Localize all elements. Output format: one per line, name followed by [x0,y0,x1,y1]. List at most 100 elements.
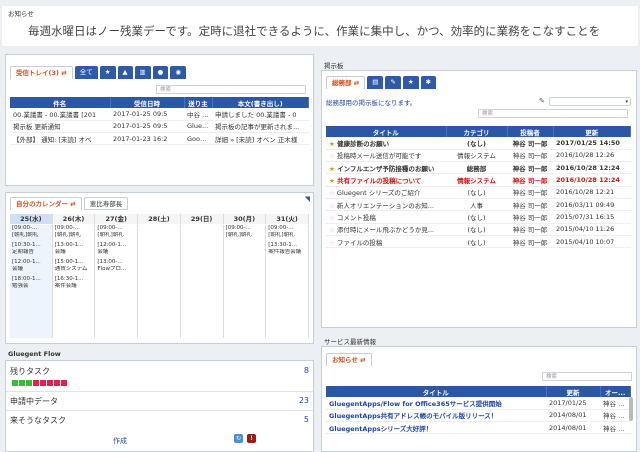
col-body[interactable]: 本文(書き出し) [212,97,309,108]
service-item-title[interactable]: GluegentAppsシリーズ大好評！ [326,421,546,435]
star-icon[interactable]: ★ [329,177,337,185]
calendar-event-title[interactable]: 案件会議 [53,283,95,290]
calendar-event-title[interactable]: [朝礼]朝礼 [266,232,308,239]
calendar-day-header[interactable]: 31(火) [266,214,309,224]
col-title[interactable]: タイトル [326,386,547,397]
table-row[interactable]: ★ インフルエンザ予防接種のお願い 総務部 神谷 司一郎 2016/10/28 12:… [326,161,631,175]
calendar-event-title[interactable]: 会議 [95,249,137,256]
star-icon[interactable]: ☆ [329,202,337,210]
table-row[interactable]: ☆ 投稿時メール送信が可能です 情報システム 神谷 司一郎 2016/10/28 12… [326,149,631,163]
calendar-event-title[interactable]: [朝礼]朝礼 [95,232,137,239]
col-updated[interactable]: 更新 [553,126,631,137]
service-search-input[interactable]: 検索 [542,372,632,381]
calendar-event-time[interactable]: [16:30-1... [53,276,95,283]
gear-icon[interactable]: ✱ [420,76,437,89]
calendar-event-title[interactable]: [朝礼]朝礼 [224,232,266,239]
calendar-event-title[interactable]: Flowプロ... [95,266,137,273]
calendar-event-time[interactable]: [18:00-1... [10,276,52,283]
calendar-event-title[interactable]: 通貨システム [53,266,95,273]
table-row[interactable]: 【外部】 通知: [未読] オベ 2017-01-23 16:2 Goog...… [10,132,309,146]
calendar-day-column[interactable]: [09:00-... [朝礼]朝礼 [13:00-1... 会議 [15:00-1...… [53,225,96,338]
table-row[interactable]: ☆ 新人オリエンテーションのお知... 人事 神谷 司一郎 2016/03/11 09… [326,198,631,212]
service-item-title[interactable]: GluegentApps/Flow for Office365サービス提供開始 [326,397,546,410]
calendar-expand-icon[interactable]: ◥ [305,195,310,203]
refresh-icon[interactable]: ⇄ [70,200,75,208]
calendar-event-title[interactable]: 案件報告会議 [266,249,308,256]
calendar-event-time[interactable]: [09:00-... [95,225,137,232]
tab-news[interactable]: お知らせ ⇄ [326,353,372,366]
table-row[interactable]: GluegentApps共有アドレス帳のモバイル版リリース！ 2014/08/0… [326,409,631,423]
col-category[interactable]: カテゴリ [446,126,508,137]
remaining-count[interactable]: 8 [304,366,309,375]
col-updated[interactable]: 更新 [546,386,601,397]
star-icon[interactable]: ★ [329,165,337,173]
table-row[interactable]: ☆ Gluegent シリーズのご紹介 (なし) 神谷 司一郎 2016/10/28 … [326,186,631,199]
col-owner[interactable]: オー... [600,386,631,397]
trash-icon[interactable]: ▥ [134,66,151,79]
attach-icon[interactable]: ▲ [117,66,133,79]
calendar-day-header[interactable]: 25(水) [10,214,53,224]
calendar-day-column[interactable] [181,225,224,338]
calendar-day-header[interactable]: 26(木) [52,214,96,224]
document-icon[interactable]: ▤ [367,76,384,89]
table-row[interactable]: 掲示板 更新通知 2017-01-25 09:5 Glue... 掲示板の記事が… [10,120,309,134]
calendar-event-time[interactable]: [12:00-1... [10,259,52,266]
tab-inbox[interactable]: 受信トレイ(3) ⇄ [10,66,73,79]
alert-icon[interactable]: ! [247,434,256,443]
service-item-title[interactable]: GluegentApps共有アドレス帳のモバイル版リリース！ [326,409,546,423]
calendar-day-header[interactable]: 28(土) [138,214,181,224]
refresh-icon[interactable]: ⇄ [354,79,359,87]
col-date[interactable]: 受信日時 [110,97,185,108]
calendar-day-header[interactable]: 30(月) [223,214,267,224]
table-row[interactable]: ☆ 添付時にメール飛ぶかどうか見... (なし) 神谷 司一郎 2015/04/10 … [326,223,631,236]
table-row[interactable]: ☆ コメント投稿 (なし) 神谷 司一郎 2015/07/31 16:15 [326,210,631,224]
calendar-day-header[interactable]: 27(金) [95,214,139,224]
calendar-event-title[interactable]: 会議 [10,266,52,273]
star-icon[interactable]: ☆ [329,214,337,222]
calendar-day-column[interactable]: [09:00-... [朝礼]朝礼 [224,225,267,338]
star-icon[interactable]: ★ [402,76,419,89]
calendar-day-column[interactable]: [09:00-... [朝礼]朝礼 [13:30-1... 案件報告会議 [266,225,309,338]
calendar-event-title[interactable]: [朝礼]朝礼 [53,232,95,239]
upcoming-count[interactable]: 5 [304,415,309,424]
table-row[interactable]: ★ 共有ファイルの投稿について 情報システム 神谷 司一郎 2016/10/28 12… [326,173,631,187]
refresh-icon[interactable]: ↻ [234,434,243,443]
col-from[interactable]: 送り主 [184,97,213,108]
refresh-icon[interactable]: ⇄ [61,69,66,77]
calendar-event-time[interactable]: [09:00-... [224,225,266,232]
calendar-event-title[interactable]: [朝礼]朝礼 [10,232,52,239]
table-row[interactable]: ☆ ファイルの投稿 (なし) 神谷 司一郎 2015/04/10 10:07 [326,235,631,249]
star-icon[interactable]: ☆ [329,226,337,234]
star-icon[interactable]: ☆ [329,189,337,197]
calendar-event-time[interactable]: [13:00-1... [53,242,95,249]
table-row[interactable]: GluegentApps/Flow for Office365サービス提供開始 … [326,397,631,410]
star-icon[interactable]: ☆ [329,152,337,160]
calendar-day-header[interactable]: 29(日) [180,214,224,224]
calendar-event-time[interactable]: [09:00-... [10,225,52,232]
edit-icon[interactable]: ✎ [539,97,545,105]
col-subject[interactable]: 件名 [10,97,111,108]
table-row[interactable]: GluegentAppsシリーズ大好評！ 2014/08/01 神谷 ... [326,421,631,435]
calendar-event-time[interactable]: [15:00-1... [53,259,95,266]
pending-count[interactable]: 23 [299,396,309,405]
board-filter-select[interactable]: ▾ [549,97,631,106]
tab-all[interactable]: 全て [74,66,98,79]
star-icon[interactable]: ★ [329,140,337,148]
calendar-event-time[interactable]: [12:00-1... [95,242,137,249]
calendar-event-title[interactable]: 定期報告 [10,249,52,256]
calendar-event-time[interactable]: [10:30-1... [10,242,52,249]
star-icon[interactable]: ★ [99,66,116,79]
calendar-event-time[interactable]: [09:00-... [53,225,95,232]
tab-ebisu-calendar[interactable]: 恵比寿部長 [83,197,129,210]
pencil-icon[interactable]: ✎ [385,76,401,89]
comment-icon[interactable]: ● [152,66,169,79]
mail-search-input[interactable]: 検索 [156,85,306,94]
calendar-event-title[interactable]: 勉強会 [10,283,52,290]
calendar-event-time[interactable]: [13:30-1... [266,242,308,249]
calendar-day-column[interactable]: [09:00-... [朝礼]朝礼 [10:30-1... 定期報告 [12:00-1.… [10,225,53,338]
table-row[interactable]: 00.業議書 - 00.業議書 [201 2017-01-25 09:5 中谷 … [10,108,309,121]
refresh-icon[interactable]: ⇄ [360,356,365,364]
service-scrollbar[interactable] [629,397,633,421]
star-icon[interactable]: ☆ [329,239,337,247]
calendar-event-time[interactable]: [09:00-... [266,225,308,232]
